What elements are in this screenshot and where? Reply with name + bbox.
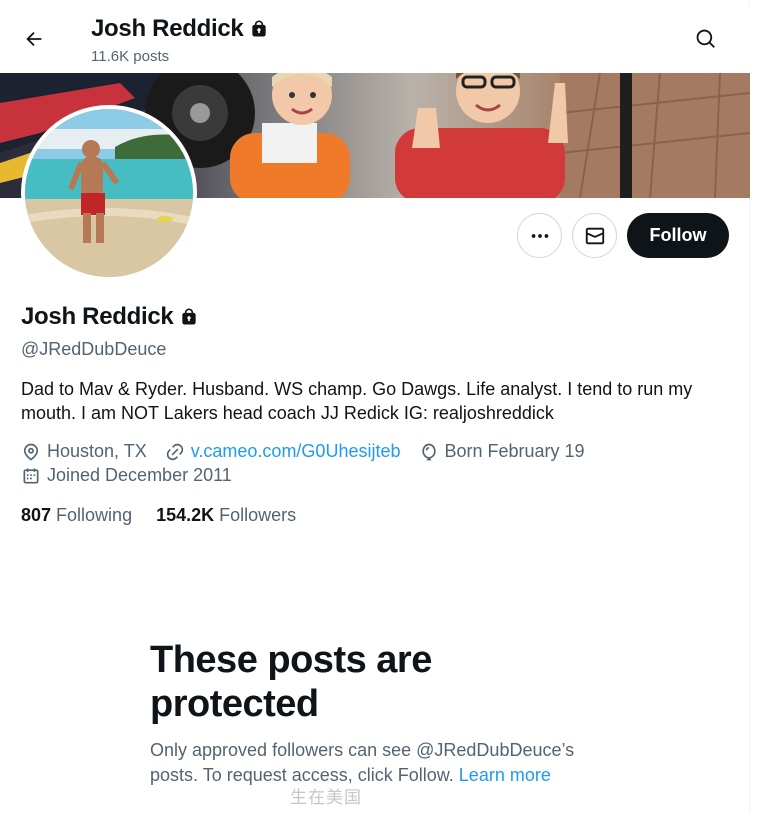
watermark: 生在美国 — [290, 788, 362, 807]
location-pin-icon — [23, 443, 39, 461]
message-button[interactable] — [572, 213, 617, 258]
website-link[interactable]: v.cameo.com/G0Uhesijteb — [191, 441, 401, 462]
following-label: Following — [56, 505, 133, 525]
birthday-item: Born February 19 — [419, 441, 585, 462]
follow-button[interactable]: Follow — [627, 213, 729, 258]
profile-avatar[interactable] — [21, 105, 197, 281]
envelope-icon — [585, 227, 604, 244]
learn-more-link[interactable]: Learn more — [459, 765, 551, 785]
profile-header-bar: Josh Reddick 11.6K posts — [0, 5, 750, 73]
header-posts-count: 11.6K posts — [91, 48, 170, 65]
balloon-icon — [421, 443, 436, 460]
location-item: Houston, TX — [21, 441, 147, 462]
profile-handle: @JRedDubDeuce — [21, 339, 167, 359]
profile-page: Josh Reddick 11.6K posts Follow Josh Red… — [0, 0, 750, 813]
header-name: Josh Reddick — [91, 15, 244, 42]
follow-stats: 807 Following 154.2K Followers — [21, 505, 320, 526]
lock-icon — [252, 20, 267, 37]
followers-stat[interactable]: 154.2K Followers — [156, 505, 296, 526]
joined-text: Joined December 2011 — [47, 465, 232, 485]
location-text: Houston, TX — [47, 441, 147, 461]
more-dots-icon — [531, 233, 548, 238]
profile-bio: Dad to Mav & Ryder. Husband. WS champ. G… — [21, 379, 693, 423]
back-button[interactable] — [14, 19, 54, 59]
followers-count: 154.2K — [156, 505, 220, 525]
followers-label: Followers — [219, 505, 297, 525]
avatar-photo — [25, 109, 193, 277]
birthday-text: Born February 19 — [444, 441, 585, 461]
profile-meta-row-2: Joined December 2011 — [21, 465, 250, 486]
protected-message: Only approved followers can see @JRedDub… — [150, 738, 620, 788]
following-stat[interactable]: 807 Following — [21, 505, 132, 526]
profile-name: Josh Reddick — [21, 303, 174, 330]
following-count: 807 — [21, 505, 57, 525]
calendar-icon — [23, 468, 39, 483]
search-button[interactable] — [686, 19, 726, 59]
arrow-left-icon — [26, 31, 42, 47]
header-title: Josh Reddick — [91, 15, 269, 43]
link-icon — [166, 443, 183, 460]
profile-name-row: Josh Reddick — [21, 303, 199, 331]
profile-meta-row: Houston, TX v.cameo.com/G0Uhesijteb Born… — [21, 441, 603, 462]
joined-item: Joined December 2011 — [21, 465, 232, 486]
more-options-button[interactable] — [517, 213, 562, 258]
search-icon — [696, 29, 715, 48]
website-item[interactable]: v.cameo.com/G0Uhesijteb — [165, 441, 401, 462]
lock-icon — [182, 308, 197, 325]
protected-title: These posts are protected — [150, 639, 432, 725]
